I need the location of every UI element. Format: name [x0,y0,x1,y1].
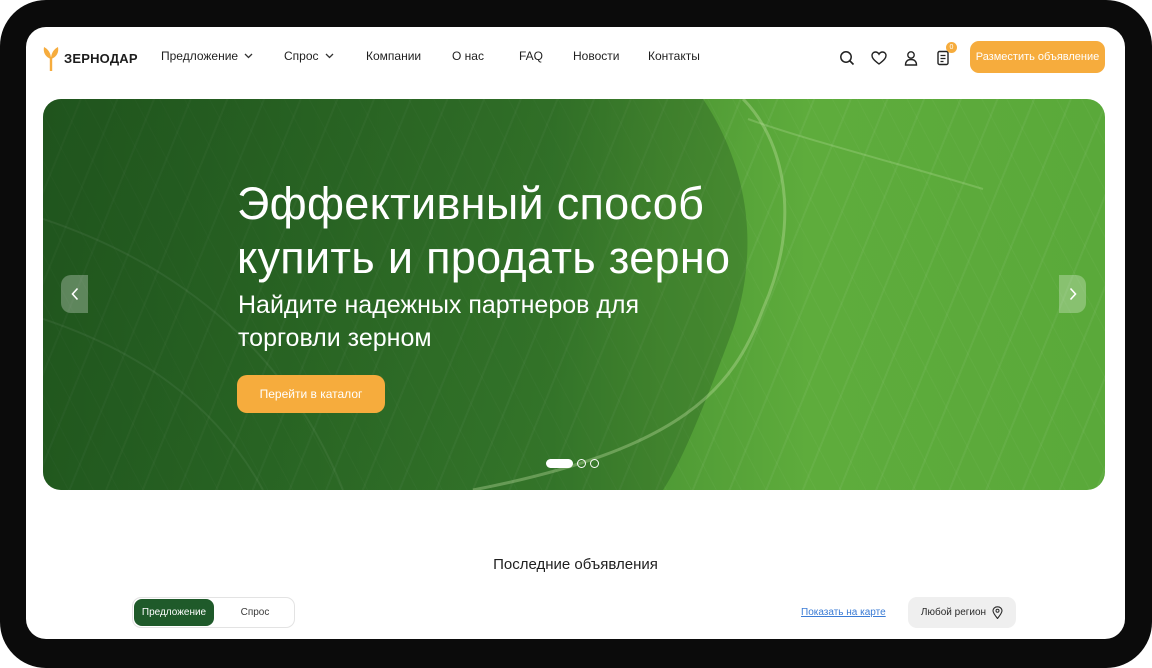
hero-subtitle-line: Найдите надежных партнеров для [238,291,640,319]
chevron-left-icon [70,287,78,301]
nav-item-faq[interactable]: FAQ [519,49,543,63]
hero-title-line: Эффективный способ [237,178,705,229]
nav-item-label: Новости [573,49,620,63]
search-icon [840,51,855,66]
hero-subtitle-line: торговли зерном [238,324,432,352]
toggle-demand[interactable]: Спрос [216,599,294,626]
chevron-down-icon [244,53,253,59]
post-listing-button[interactable]: Разместить объявление [970,41,1105,73]
hero-title: Эффективный способ купить и продать зерн… [237,177,877,285]
latest-listings-title: Последние объявления [493,556,658,573]
carousel-prev-button[interactable] [61,275,88,313]
logo[interactable]: ЗЕРНОДАР [42,44,138,72]
show-on-map-link[interactable]: Показать на карте [801,607,886,618]
heart-icon [871,51,887,65]
carousel-dots [546,458,599,468]
favorites-button[interactable] [870,49,888,67]
nav-item-contacts[interactable]: Контакты [648,49,700,63]
hero-subtitle: Найдите надежных партнеров для торговли … [238,289,758,355]
cart-button[interactable]: 0 [934,42,957,67]
browser-viewport: ЗЕРНОДАР Предложение Спрос Компании О на… [26,27,1125,639]
nav-item-label: О нас [452,49,484,63]
nav-item-offer[interactable]: Предложение [161,49,253,63]
nav-item-label: Спрос [284,49,319,63]
nav-item-label: Компании [366,49,422,63]
hero-banner: Эффективный способ купить и продать зерн… [43,99,1105,490]
account-button[interactable] [902,49,920,67]
go-to-catalog-button[interactable]: Перейти в каталог [237,375,385,413]
wheat-logo-icon [43,47,59,71]
carousel-dot-2[interactable] [577,458,586,468]
cart-badge: 0 [946,42,957,53]
site-header: ЗЕРНОДАР Предложение Спрос Компании О на… [26,27,1125,89]
nav-item-label: FAQ [519,49,544,63]
nav-item-news[interactable]: Новости [573,49,619,63]
device-frame: ЗЕРНОДАР Предложение Спрос Компании О на… [0,0,1152,668]
nav-item-label: Контакты [648,49,700,63]
chevron-right-icon [1069,287,1077,301]
search-button[interactable] [838,49,856,67]
nav-item-about[interactable]: О нас [452,49,484,63]
carousel-dot-1[interactable] [546,458,573,468]
nav-item-demand[interactable]: Спрос [284,49,334,63]
nav-item-companies[interactable]: Компании [366,49,421,63]
carousel-next-button[interactable] [1059,275,1086,313]
region-select[interactable]: Любой регион [908,597,1016,628]
nav-item-label: Предложение [161,49,239,63]
user-icon [904,51,918,66]
location-pin-icon [992,606,1003,619]
listing-type-toggle: Предложение Спрос [132,597,295,628]
carousel-dot-3[interactable] [590,458,599,468]
region-select-label: Любой регион [920,607,987,618]
chevron-down-icon [325,53,333,59]
toggle-offer[interactable]: Предложение [134,599,214,626]
hero-title-line: купить и продать зерно [237,232,731,283]
logo-text: ЗЕРНОДАР [64,50,138,66]
